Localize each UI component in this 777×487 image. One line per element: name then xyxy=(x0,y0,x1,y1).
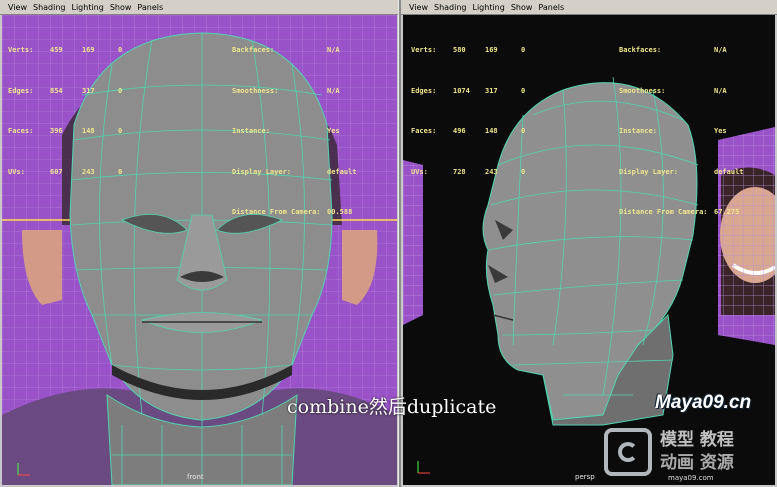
menu-show[interactable]: Show xyxy=(511,3,533,12)
tutorial-caption: combine然后duplicate xyxy=(287,396,497,418)
menu-lighting[interactable]: Lighting xyxy=(71,3,103,12)
menu-panels[interactable]: Panels xyxy=(538,3,564,12)
menu-view[interactable]: View xyxy=(409,3,428,12)
menu-shading[interactable]: Shading xyxy=(33,3,66,12)
front-poly-stats: Verts: 459 169 0 Edges: 854 317 0 Faces: 396 148… xyxy=(8,46,123,176)
front-panel-menubar: View Shading Lighting Show Panels xyxy=(0,0,399,15)
front-camera-label: front xyxy=(187,473,204,481)
persp-camera-label: persp xyxy=(575,473,595,481)
watermark-site: Maya09.cn xyxy=(655,392,752,413)
menu-show[interactable]: Show xyxy=(110,3,132,12)
watermark-line1: 模型 教程 xyxy=(660,430,734,450)
watermark-logo-icon xyxy=(604,428,652,476)
persp-poly-stats: Verts: 580 169 0 Edges: 1074 317 0 Faces: 496 14… xyxy=(411,46,526,176)
menu-shading[interactable]: Shading xyxy=(434,3,467,12)
menu-view[interactable]: View xyxy=(8,3,27,12)
persp-object-info: Backfaces: N/A Smoothness: N/A Instance: Ye… xyxy=(619,46,744,216)
menu-panels[interactable]: Panels xyxy=(137,3,163,12)
persp-panel-menubar: View Shading Lighting Show Panels xyxy=(401,0,777,15)
menu-lighting[interactable]: Lighting xyxy=(472,3,504,12)
watermark-url: maya09.com xyxy=(668,474,714,482)
watermark-line2: 动画 资源 xyxy=(660,453,734,473)
front-object-info: Backfaces: N/A Smoothness: N/A Instance: Ye… xyxy=(232,46,357,216)
